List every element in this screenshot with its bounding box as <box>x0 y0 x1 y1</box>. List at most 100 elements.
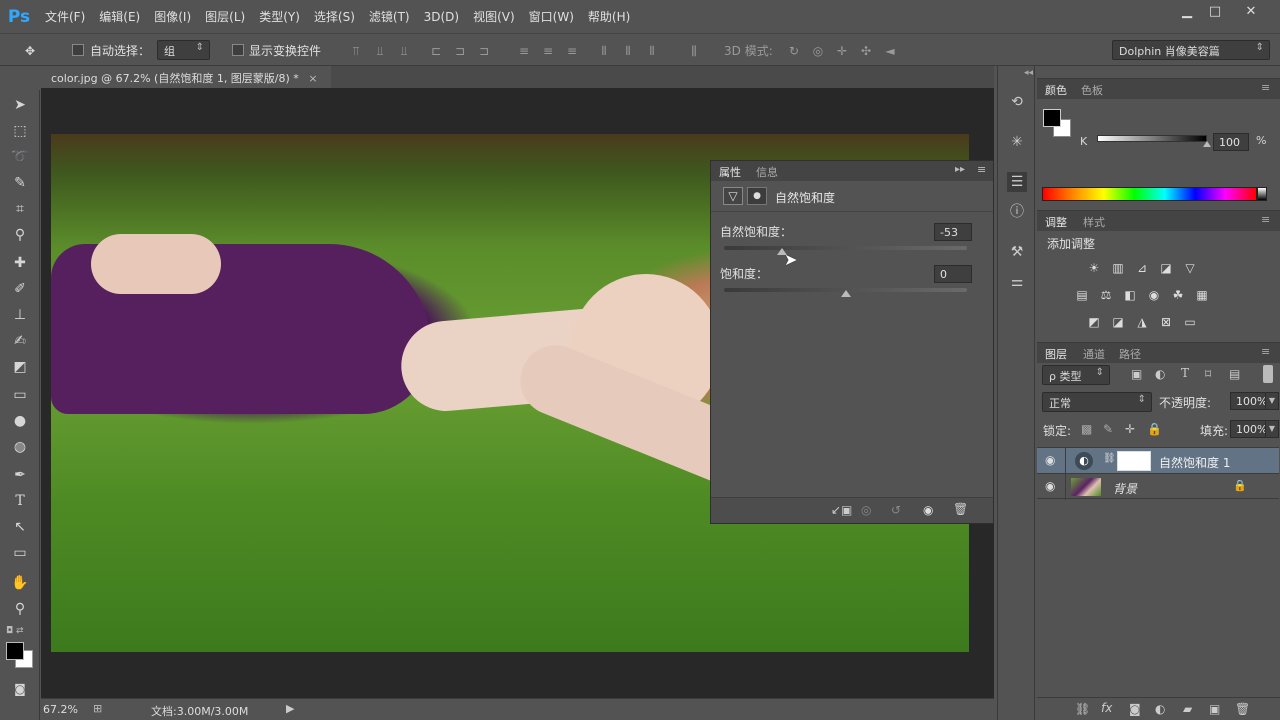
tab-styles[interactable]: 样式 <box>1083 214 1105 230</box>
lasso-tool-icon[interactable]: ➰ <box>8 146 32 168</box>
eyedropper-tool-icon[interactable]: ⚲ <box>8 224 32 246</box>
workspace-dropdown[interactable]: Dolphin 肖像美容篇 ⇕ <box>1112 40 1270 60</box>
black-white-icon[interactable]: ◧ <box>1121 286 1139 304</box>
link-layers-icon[interactable]: ⛓ <box>1075 702 1090 716</box>
3d-pan-icon[interactable]: ✛ <box>834 43 850 59</box>
threshold-icon[interactable]: ◮ <box>1133 313 1151 331</box>
align-vcenter-icon[interactable]: ⫫ <box>372 43 388 59</box>
move-tool-icon[interactable]: ✥ <box>22 43 38 59</box>
distribute-vcenter-icon[interactable]: ≡ <box>540 43 556 59</box>
path-select-tool-icon[interactable]: ↖ <box>8 516 32 538</box>
align-left-icon[interactable]: ⊏ <box>428 43 444 59</box>
brightness-contrast-icon[interactable]: ☀ <box>1085 259 1103 277</box>
layer-filter-dropdown[interactable]: ρ 类型 ⇕ <box>1042 365 1110 385</box>
layer-row-vibrance[interactable]: ◉ ◐ ⛓ 自然饱和度 1 <box>1037 447 1279 474</box>
eraser-tool-icon[interactable]: ◩ <box>8 356 32 378</box>
clip-to-layer-icon[interactable]: ↙▣ <box>831 503 852 517</box>
history-panel-icon[interactable]: ⟲ <box>1007 92 1027 112</box>
add-mask-icon[interactable]: ◙ <box>1129 702 1141 716</box>
gradient-map-icon[interactable]: ▭ <box>1181 313 1199 331</box>
distribute-hcenter-icon[interactable]: ⦀ <box>620 43 636 59</box>
maximize-button[interactable]: □ <box>1200 0 1230 22</box>
menu-edit[interactable]: 编辑(E) <box>92 8 147 25</box>
layer-visibility-eye-icon[interactable]: ◉ <box>1045 453 1055 467</box>
delete-layer-trash-icon[interactable]: 🗑 <box>1235 702 1250 716</box>
vibrance-slider-track[interactable] <box>724 246 967 250</box>
tab-info[interactable]: 信息 <box>756 164 778 180</box>
3d-roll-icon[interactable]: ◎ <box>810 43 826 59</box>
brush-tool-icon[interactable]: ✐ <box>8 278 32 300</box>
new-adjustment-layer-icon[interactable]: ◐ <box>1155 702 1165 716</box>
history-brush-tool-icon[interactable]: ✍ <box>8 330 32 352</box>
filter-pixel-icon[interactable]: ▣ <box>1131 367 1142 381</box>
reset-icon[interactable]: ↺ <box>891 503 901 517</box>
crop-tool-icon[interactable]: ⌗ <box>8 198 32 220</box>
k-slider-thumb[interactable] <box>1203 141 1211 147</box>
close-window-button[interactable]: ✕ <box>1236 0 1266 22</box>
zoom-tool-icon[interactable]: ⚲ <box>8 598 32 620</box>
levels-icon[interactable]: ▥ <box>1109 259 1127 277</box>
3d-rotate-icon[interactable]: ↻ <box>786 43 802 59</box>
rectangle-tool-icon[interactable]: ▭ <box>8 542 32 564</box>
status-menu-arrow-icon[interactable]: ▶ <box>286 702 294 715</box>
quick-select-tool-icon[interactable]: ✎ <box>8 172 32 194</box>
new-group-icon[interactable]: ▰ <box>1183 702 1192 716</box>
tab-channels[interactable]: 通道 <box>1083 346 1105 362</box>
menu-select[interactable]: 选择(S) <box>307 8 362 25</box>
lock-position-icon[interactable]: ✛ <box>1125 422 1135 436</box>
saturation-value-field[interactable]: 0 <box>934 265 972 283</box>
status-info-icon[interactable]: ⊞ <box>93 702 102 715</box>
fill-field[interactable]: 100% <box>1230 420 1267 438</box>
show-transform-checkbox[interactable] <box>232 44 244 56</box>
color-spectrum-bar[interactable] <box>1042 187 1257 201</box>
lock-transparent-icon[interactable]: ▩ <box>1081 422 1092 436</box>
move-tool-icon[interactable]: ➤ <box>8 94 32 116</box>
view-previous-state-icon[interactable]: ◎ <box>861 503 871 517</box>
distribute-left-icon[interactable]: ⦀ <box>596 43 612 59</box>
distribute-top-icon[interactable]: ≡ <box>516 43 532 59</box>
saturation-slider-thumb[interactable] <box>840 290 851 297</box>
tab-paths[interactable]: 路径 <box>1119 346 1141 362</box>
tool-presets-icon[interactable]: ⚒ <box>1007 242 1027 262</box>
align-right-icon[interactable]: ⊐ <box>476 43 492 59</box>
hand-tool-icon[interactable]: ✋ <box>8 572 32 594</box>
distribute-right-icon[interactable]: ⦀ <box>644 43 660 59</box>
layer-style-fx-icon[interactable]: fx <box>1101 701 1112 715</box>
posterize-icon[interactable]: ◪ <box>1109 313 1127 331</box>
info-panel-icon[interactable]: ⓘ <box>1007 202 1027 222</box>
opacity-dropdown-arrow-icon[interactable]: ▼ <box>1265 392 1279 410</box>
foreground-color-swatch[interactable] <box>6 642 24 660</box>
channel-mixer-icon[interactable]: ☘ <box>1169 286 1187 304</box>
align-top-icon[interactable]: ⫪ <box>348 43 364 59</box>
brush-settings-icon[interactable]: ✳ <box>1007 132 1027 152</box>
menu-3d[interactable]: 3D(D) <box>417 10 466 24</box>
align-bottom-icon[interactable]: ⫫ <box>396 43 412 59</box>
chain-link-icon[interactable]: ⛓ <box>1103 453 1116 464</box>
color-lookup-icon[interactable]: ▦ <box>1193 286 1211 304</box>
layer-name[interactable]: 背景 <box>1113 480 1137 497</box>
type-tool-icon[interactable]: T <box>8 490 32 512</box>
exposure-icon[interactable]: ◪ <box>1157 259 1175 277</box>
k-slider-track[interactable] <box>1097 135 1207 142</box>
filter-shape-icon[interactable]: ⌑ <box>1205 367 1211 381</box>
hue-saturation-icon[interactable]: ▤ <box>1073 286 1091 304</box>
menu-file[interactable]: 文件(F) <box>38 8 92 25</box>
layer-name[interactable]: 自然饱和度 1 <box>1159 454 1230 471</box>
gradient-tool-icon[interactable]: ▭ <box>8 384 32 406</box>
menu-image[interactable]: 图像(I) <box>147 8 198 25</box>
3d-slide-icon[interactable]: ✣ <box>858 43 874 59</box>
bw-ramp[interactable] <box>1257 187 1267 201</box>
filter-smart-object-icon[interactable]: ▤ <box>1229 367 1240 381</box>
filter-adjustment-icon[interactable]: ◐ <box>1155 367 1165 381</box>
vibrance-icon[interactable]: ▽ <box>1181 259 1199 277</box>
healing-brush-tool-icon[interactable]: ✚ <box>8 252 32 274</box>
invert-icon[interactable]: ◩ <box>1085 313 1103 331</box>
tab-layers[interactable]: 图层 <box>1045 346 1067 362</box>
menu-type[interactable]: 类型(Y) <box>252 8 307 25</box>
align-hcenter-icon[interactable]: ⊐ <box>452 43 468 59</box>
foreground-color-swatch[interactable] <box>1043 109 1061 127</box>
distribute-bottom-icon[interactable]: ≡ <box>564 43 580 59</box>
tab-properties[interactable]: 属性 <box>719 164 741 180</box>
opacity-field[interactable]: 100% <box>1230 392 1267 410</box>
collapse-strip-icon[interactable]: ◂◂ <box>1024 68 1033 78</box>
